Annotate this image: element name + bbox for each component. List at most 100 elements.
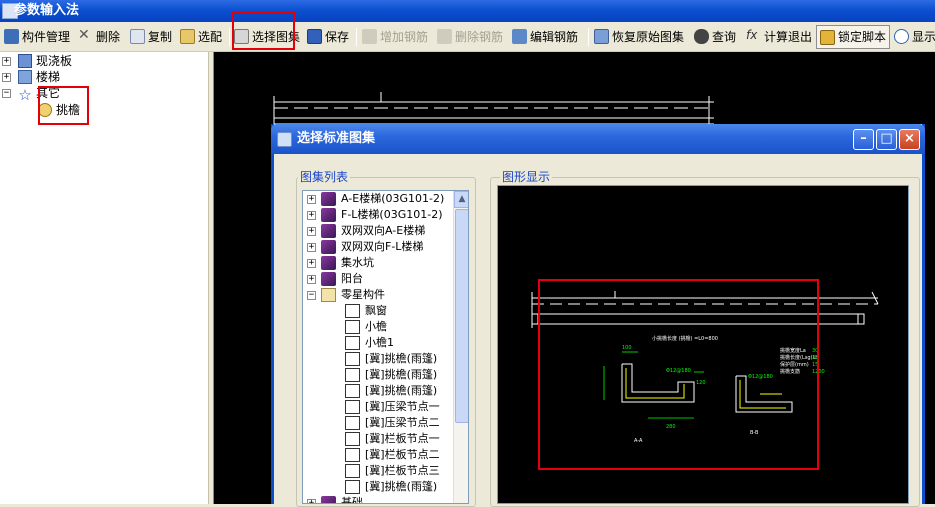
atlas-item-label: [冀]压梁节点二: [365, 416, 440, 429]
minimize-button[interactable]: –: [853, 129, 874, 150]
atlas-item-label: [冀]挑檐(雨篷): [365, 352, 438, 365]
document-icon: [345, 464, 360, 478]
delete-x-icon: ✕: [78, 27, 90, 43]
atlas-expander[interactable]: +: [307, 227, 316, 236]
highlight-eave-node: [38, 86, 89, 125]
display-button[interactable]: 显示: [894, 26, 935, 48]
atlas-list-item[interactable]: − 零星构件: [303, 287, 453, 303]
zoom-icon: [894, 29, 909, 44]
document-icon: [345, 448, 360, 462]
book-icon: [321, 208, 336, 222]
copy-button[interactable]: 复制: [130, 26, 172, 48]
dialog-title: 选择标准图集: [297, 131, 376, 146]
atlas-list-item[interactable]: [冀]压梁节点一: [303, 399, 453, 415]
atlas-item-label: [冀]挑檐(雨篷): [365, 368, 438, 381]
delete-rebar-button[interactable]: 删除钢筋: [437, 26, 503, 48]
atlas-item-label: [冀]挑檐(雨篷): [365, 384, 438, 397]
atlas-list-item[interactable]: [冀]压梁节点二: [303, 415, 453, 431]
lock-script-button[interactable]: 锁定脚本: [816, 25, 891, 49]
atlas-list-item[interactable]: + 双网双向F-L楼梯: [303, 239, 453, 255]
edit-rebar-button[interactable]: 编辑钢筋: [512, 26, 578, 48]
atlas-list-item[interactable]: 飘窗: [303, 303, 453, 319]
document-icon: [345, 432, 360, 446]
atlas-expander[interactable]: +: [307, 259, 316, 268]
maximize-button[interactable]: □: [876, 129, 897, 150]
add-rebar-icon: [362, 29, 377, 44]
tree-item-slab[interactable]: + 现浇板: [0, 53, 200, 69]
calc-exit-button[interactable]: fx 计算退出: [746, 26, 812, 48]
document-icon: [345, 480, 360, 494]
atlas-item-label: 双网双向F-L楼梯: [341, 240, 424, 253]
atlas-expander[interactable]: +: [307, 195, 316, 204]
atlas-item-label: 小檐1: [365, 336, 394, 349]
document-icon: [345, 320, 360, 334]
atlas-list-item[interactable]: + F-L楼梯(03G101-2): [303, 207, 453, 223]
toolbar-separator: [229, 28, 230, 46]
scroll-up-arrow[interactable]: ▲: [454, 191, 468, 208]
toolbar: 构件管理 ✕ 删除 复制 选配 选择图集 保存 增加钢筋 删除钢筋 编辑钢筋 恢…: [0, 22, 935, 52]
atlas-list-item[interactable]: + 阳台: [303, 271, 453, 287]
atlas-expander[interactable]: +: [307, 499, 316, 503]
close-button[interactable]: ×: [899, 129, 920, 150]
app-title: 参数输入法: [14, 3, 80, 18]
add-rebar-button[interactable]: 增加钢筋: [362, 26, 428, 48]
atlas-list-item[interactable]: [冀]挑檐(雨篷): [303, 479, 453, 495]
app-title-bar: 参数输入法: [0, 0, 935, 22]
delete-button[interactable]: ✕ 删除: [78, 26, 120, 48]
query-button[interactable]: 查询: [694, 26, 736, 48]
atlas-expander[interactable]: +: [307, 275, 316, 284]
tree-expander[interactable]: +: [2, 57, 11, 66]
document-icon: [345, 416, 360, 430]
atlas-list[interactable]: + A-E楼梯(03G101-2) + F-L楼梯(03G101-2) + 双网双向A-E…: [302, 190, 469, 504]
scroll-thumb[interactable]: [455, 209, 468, 423]
highlight-preview-drawing: [538, 279, 819, 470]
atlas-list-item[interactable]: + 基础: [303, 495, 453, 504]
atlas-item-label: A-E楼梯(03G101-2): [341, 192, 445, 205]
atlas-list-label: 图集列表: [298, 170, 351, 184]
tree-collapser[interactable]: −: [2, 89, 11, 98]
atlas-item-label: 双网双向A-E楼梯: [341, 224, 426, 237]
atlas-list-item[interactable]: + 双网双向A-E楼梯: [303, 223, 453, 239]
tree-item-stairs[interactable]: + 楼梯: [0, 69, 200, 85]
atlas-list-item[interactable]: [冀]栏板节点二: [303, 447, 453, 463]
copy-icon: [130, 29, 145, 44]
atlas-list-item[interactable]: + A-E楼梯(03G101-2): [303, 191, 453, 207]
tree-item-other[interactable]: − ☆ 其它: [0, 85, 200, 104]
book-icon: [321, 192, 336, 206]
atlas-list-item[interactable]: [冀]挑檐(雨篷): [303, 367, 453, 383]
star-icon: ☆: [18, 86, 32, 104]
preview-label: 图形显示: [500, 170, 553, 184]
atlas-list-item[interactable]: 小檐1: [303, 335, 453, 351]
restore-atlas-icon: [594, 29, 609, 44]
toolbar-separator: [588, 28, 589, 46]
match-button[interactable]: 选配: [180, 26, 222, 48]
atlas-list-item[interactable]: 小檐: [303, 319, 453, 335]
save-icon: [307, 29, 322, 44]
atlas-item-label: [冀]栏板节点三: [365, 464, 440, 477]
open-folder-icon: [321, 288, 336, 302]
component-manage-icon: [4, 29, 19, 44]
tree-expander[interactable]: +: [2, 73, 11, 82]
atlas-item-label: [冀]压梁节点一: [365, 400, 440, 413]
atlas-list-item[interactable]: [冀]挑檐(雨篷): [303, 351, 453, 367]
restore-atlas-button[interactable]: 恢复原始图集: [594, 26, 684, 48]
atlas-expander[interactable]: +: [307, 243, 316, 252]
atlas-list-item[interactable]: [冀]栏板节点三: [303, 463, 453, 479]
book-icon: [321, 224, 336, 238]
atlas-list-scrollbar[interactable]: ▲: [453, 191, 468, 503]
dialog-icon: [277, 132, 292, 147]
component-tree: + 现浇板 + 楼梯 − ☆ 其它 挑檐: [0, 52, 208, 504]
atlas-item-label: 基础: [341, 496, 363, 504]
binoculars-icon: [694, 29, 709, 44]
atlas-list-item[interactable]: [冀]挑檐(雨篷): [303, 383, 453, 399]
atlas-list-item[interactable]: + 集水坑: [303, 255, 453, 271]
save-button[interactable]: 保存: [307, 26, 349, 48]
delete-rebar-icon: [437, 29, 452, 44]
atlas-list-item[interactable]: [冀]栏板节点一: [303, 431, 453, 447]
atlas-expander[interactable]: −: [307, 291, 316, 300]
component-manage-button[interactable]: 构件管理: [4, 26, 70, 48]
atlas-item-label: [冀]栏板节点一: [365, 432, 440, 445]
book-icon: [321, 256, 336, 270]
book-icon: [321, 496, 336, 503]
atlas-expander[interactable]: +: [307, 211, 316, 220]
